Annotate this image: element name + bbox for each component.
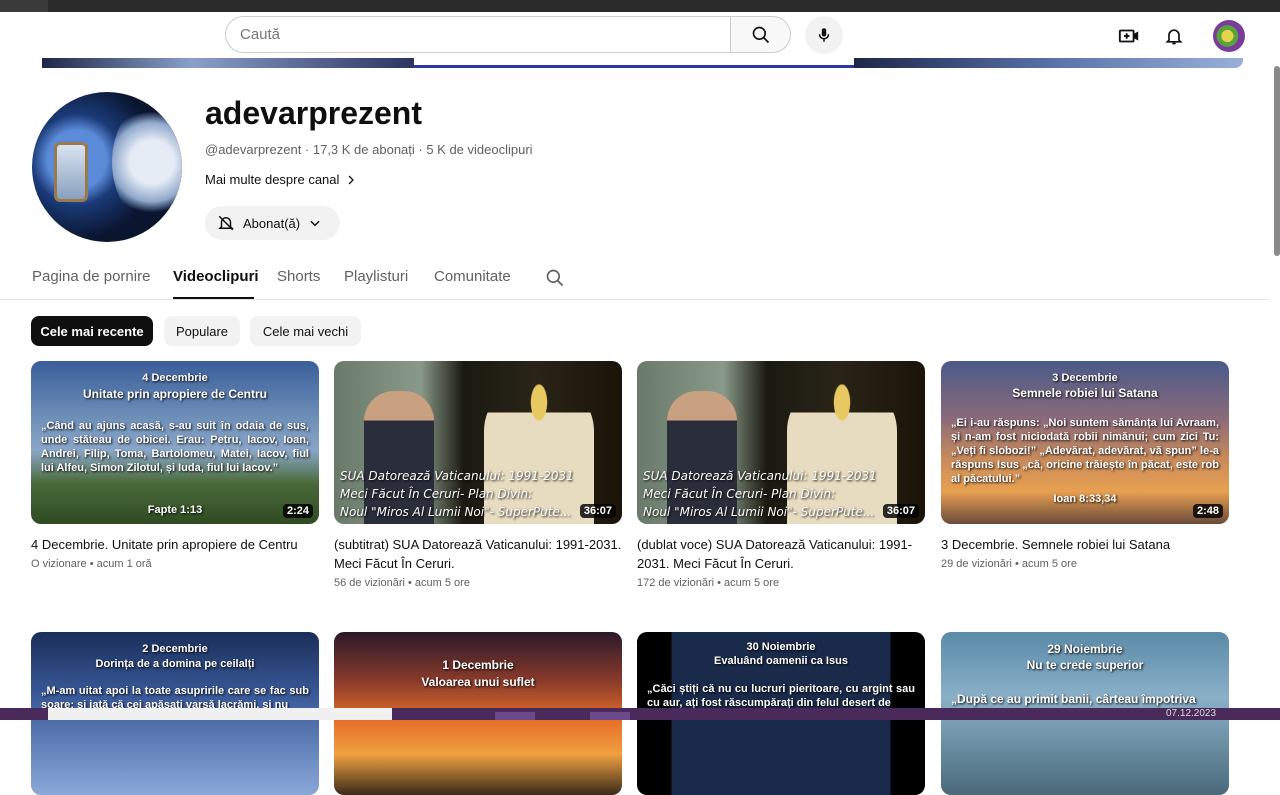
view-count: 56 de vizionări [334,577,405,589]
thumb-heading: 30 Noiembrie [746,641,816,653]
search-button[interactable] [730,16,791,53]
chevron-right-icon [348,175,355,184]
video-duration: 36:07 [579,504,616,518]
tab-community[interactable]: Comunitate [434,268,511,285]
chip-latest[interactable]: Cele mai recente [31,316,153,346]
video-card[interactable]: SUA Datorează Vaticanului: 1991-2031 Mec… [334,361,622,589]
thumb-body: „Când au ajuns acasă, s-au suit în odaia… [41,420,309,474]
taskbar-date: 07.12.2023 [1166,708,1217,719]
thumb-subheading: Nu te crede superior [1026,658,1144,672]
tab-shorts[interactable]: Shorts [277,268,320,285]
chip-oldest[interactable]: Cele mai vechi [250,316,361,346]
create-button[interactable] [1117,24,1141,48]
video-thumbnail[interactable]: SUA Datorează Vaticanului: 1991-2031 Mec… [334,361,622,524]
video-title[interactable]: 4 Decembrie. Unitate prin apropiere de C… [31,535,319,554]
active-tab-indicator [173,297,254,299]
chip-popular[interactable]: Populare [164,316,240,346]
taskbar-search[interactable] [48,708,392,720]
thumb-heading: 1 Decembrie [442,658,514,672]
taskbar-app[interactable] [495,712,535,720]
video-title[interactable]: (dublat voce) SUA Datorează Vaticanului:… [637,535,925,573]
channel-banner [40,58,1243,68]
masthead: Caută [0,12,1280,58]
thumb-body: „Căci știți că nu cu lucruri pieritoare,… [647,683,915,709]
create-video-icon [1118,29,1139,43]
subscribed-button[interactable]: Abonat(ă) [205,206,340,240]
thumb-subheading: Evaluând oamenii ca Isus [714,655,848,667]
video-title[interactable]: (subtitrat) SUA Datorează Vaticanului: 1… [334,535,622,573]
view-count: 29 de vizionări [941,558,1012,570]
thumb-subheading: Dorința de a domina pe ceilalți [95,658,255,670]
tab-home[interactable]: Pagina de pornire [32,268,150,285]
chevron-down-icon [310,220,320,227]
microphone-icon [818,28,830,42]
video-meta: 172 de vizionări • acum 5 ore [637,577,780,589]
thumb-reference: Ioan 8:33,34 [1053,493,1117,505]
os-taskbar: 07.12.2023 [0,708,1280,720]
thumb-reference: Fapte 1:13 [147,504,203,516]
browser-top-strip [0,0,1280,12]
upload-age: acum 5 ore [724,577,780,589]
channel-meta: @adevarprezent · 17,3 K de abonați · 5 K… [205,142,533,157]
tab-videos[interactable]: Videoclipuri [173,268,259,285]
search-input[interactable]: Caută [225,16,731,53]
video-meta: 56 de vizionări • acum 5 ore [334,577,470,589]
page-scrollbar[interactable] [1274,66,1280,256]
thumb-heading: 3 Decembrie [1052,372,1118,384]
upload-age: acum 5 ore [414,577,470,589]
upload-age: acum 5 ore [1021,558,1077,570]
thumb-heading: 4 Decembrie [142,372,208,384]
channel-avatar[interactable] [32,92,182,242]
more-about-link[interactable]: Mai multe despre canal [205,172,357,187]
channel-tabs: Pagina de pornire Videoclipuri Shorts Pl… [0,258,1270,300]
thumb-body: „Ei i-au răspuns: „Noi suntem sămânța lu… [951,417,1219,485]
channel-name: adevarprezent [205,95,422,131]
thumb-subheading: Semnele robiei lui Satana [1012,386,1158,400]
thumb-caption: SUA Datorează Vaticanului: 1991-2031 Mec… [643,469,877,519]
bell-icon [1165,29,1183,45]
thumb-heading: 29 Noiembrie [1047,642,1123,656]
video-meta: 29 de vizionări • acum 5 ore [941,558,1077,570]
thumb-subheading: Valoarea unui suflet [421,675,535,689]
video-title[interactable]: 3 Decembrie. Semnele robiei lui Satana [941,535,1229,554]
video-card[interactable]: 4 Decembrie Unitate prin apropiere de Ce… [31,361,319,570]
thumb-subheading: Unitate prin apropiere de Centru [82,387,268,401]
video-thumbnail[interactable]: SUA Datorează Vaticanului: 1991-2031 Mec… [637,361,925,524]
browser-tab[interactable] [0,0,48,12]
subscribed-label: Abonat(ă) [243,215,301,231]
voice-search-button[interactable] [805,16,843,54]
search-icon [752,26,769,43]
view-count: 172 de vizionări [637,577,715,589]
video-thumbnail[interactable]: 3 Decembrie Semnele robiei lui Satana „E… [941,361,1229,524]
thumb-body: „După ce au primit banii, cârteau împotr… [951,692,1196,706]
video-duration: 2:48 [1192,504,1223,518]
video-card[interactable]: SUA Datorează Vaticanului: 1991-2031 Mec… [637,361,925,589]
thumb-caption: SUA Datorează Vaticanului: 1991-2031 Mec… [340,469,574,519]
taskbar-app[interactable] [590,712,630,720]
video-meta: O vizionare • acum 1 oră [31,558,152,570]
account-avatar[interactable] [1213,20,1245,52]
video-card[interactable]: 3 Decembrie Semnele robiei lui Satana „E… [941,361,1229,570]
upload-age: acum 1 oră [96,558,152,570]
notifications-button[interactable] [1162,24,1186,48]
video-thumbnail[interactable]: 4 Decembrie Unitate prin apropiere de Ce… [31,361,319,524]
video-duration: 2:24 [282,504,313,518]
channel-search-button[interactable] [545,268,565,293]
thumb-heading: 2 Decembrie [142,643,208,655]
video-duration: 36:07 [882,504,919,518]
more-about-label: Mai multe despre canal [205,172,340,187]
view-count: O vizionare [31,558,87,570]
tab-playlists[interactable]: Playlisturi [344,268,408,285]
bell-off-icon [218,215,234,231]
search-icon [546,269,564,287]
